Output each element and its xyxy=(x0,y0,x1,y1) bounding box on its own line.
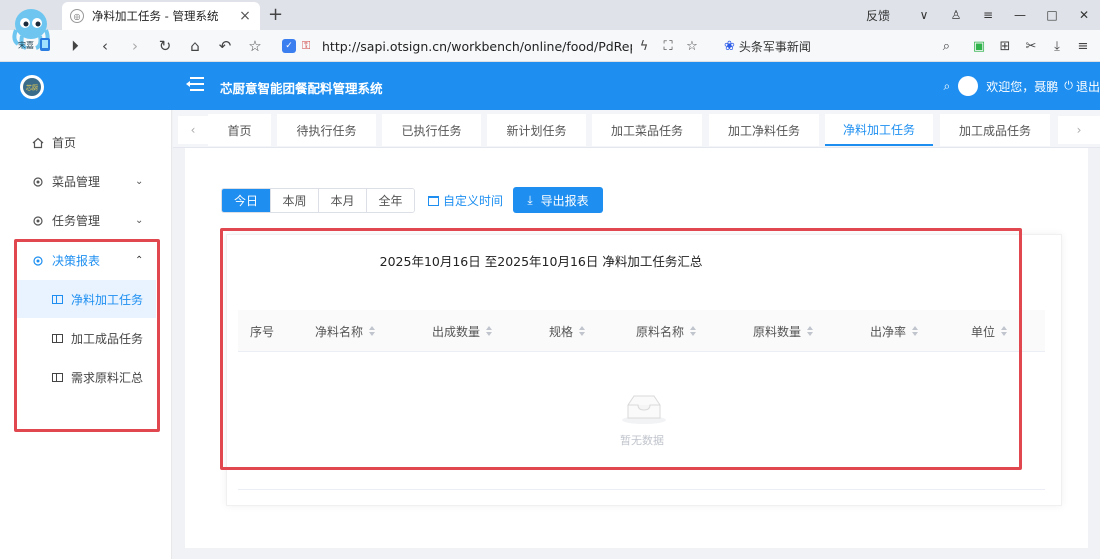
download-icon: ⤓ xyxy=(527,192,533,207)
back-icon[interactable]: ‹ xyxy=(90,37,120,55)
sidebar-item-label: 菜品管理 xyxy=(52,175,101,189)
tab-process-clean-tasks[interactable]: 加工净料任务 xyxy=(709,114,819,146)
apps-grid-icon[interactable]: ⊞ xyxy=(992,39,1018,54)
lightning-icon[interactable]: ϟ xyxy=(632,39,656,54)
tabs-scroll-left-icon[interactable]: ‹ xyxy=(178,116,208,144)
wechat-extension-icon[interactable]: ▣ xyxy=(966,39,992,54)
search-suggestion-text[interactable]: 头条军事新闻 xyxy=(739,38,943,55)
favorites-icon[interactable]: ☆ xyxy=(240,37,270,55)
header-user-area: ⌕ 欢迎您，聂鹏 ⏻ 退出 xyxy=(944,74,1100,98)
gear-icon xyxy=(33,176,43,187)
sidebar-item-home[interactable]: 首页 xyxy=(0,123,172,162)
browser-tab[interactable]: ◎ 净料加工任务 - 管理系统 × xyxy=(62,2,260,30)
chevron-down-icon: ⌄ xyxy=(135,215,144,226)
browser-logo-badge: 宋嘉 xyxy=(18,41,34,50)
tab-clean-processing-tasks[interactable]: 净料加工任务 xyxy=(825,114,933,146)
menu-collapse-icon[interactable] xyxy=(186,75,204,93)
range-month-button[interactable]: 本月 xyxy=(318,189,366,212)
range-year-button[interactable]: 全年 xyxy=(366,189,414,212)
browser-tabstrip: ◎ 净料加工任务 - 管理系统 × + 反馈 ∨ ♙ ≡ — □ ✕ xyxy=(0,0,1100,30)
shield-icon: ✓ xyxy=(282,39,296,53)
baidu-paw-icon: ❀ xyxy=(724,38,735,54)
maximize-icon[interactable]: □ xyxy=(1036,8,1068,22)
search-icon[interactable]: ⌕ xyxy=(943,39,950,54)
custom-time-label: 自定义时间 xyxy=(443,194,504,208)
tab-executed-tasks[interactable]: 已执行任务 xyxy=(382,114,481,146)
forward-icon[interactable]: › xyxy=(120,37,150,55)
new-tab-button[interactable]: + xyxy=(268,4,283,25)
address-bar: ⏵ ‹ › ↻ ⌂ ↶ ☆ ✓ ⚿ http://sapi.otsign.cn/… xyxy=(0,30,1100,62)
url-field[interactable]: ✓ ⚿ http://sapi.otsign.cn/workbench/onli… xyxy=(282,34,712,58)
extension-icons: ▣ ⊞ ✂ ⤓ ≡ xyxy=(966,30,1096,62)
welcome-text: 欢迎您，聂鹏 xyxy=(986,79,1059,94)
sidebar-toggle-icon[interactable]: ⏵ xyxy=(60,37,90,55)
window-controls: 反馈 ∨ ♙ ≡ — □ ✕ xyxy=(866,0,1100,30)
bookmark-star-icon[interactable]: ☆ xyxy=(680,39,704,54)
site-favicon-icon: ◎ xyxy=(70,9,84,23)
insecure-lock-icon[interactable]: ⚿ xyxy=(302,39,316,53)
home-icon xyxy=(32,137,44,148)
home-browser-icon[interactable]: ⌂ xyxy=(180,37,210,55)
app-logo: 芯厨 xyxy=(20,75,44,99)
undo-icon[interactable]: ↶ xyxy=(210,37,240,55)
refresh-icon[interactable]: ↻ xyxy=(150,37,180,55)
logout-icon[interactable]: ⏻ xyxy=(1064,79,1073,93)
export-label: 导出报表 xyxy=(540,193,589,208)
gear-icon xyxy=(33,215,43,226)
export-report-button[interactable]: ⤓ 导出报表 xyxy=(513,187,603,213)
avatar[interactable] xyxy=(958,76,979,96)
browser-search-box[interactable]: ❀ 头条军事新闻 ⌕ xyxy=(718,34,956,58)
url-text[interactable]: http://sapi.otsign.cn/workbench/online/f… xyxy=(322,39,632,54)
sidebar-item-task-management[interactable]: 任务管理 ⌄ xyxy=(0,201,172,240)
minimize-icon[interactable]: — xyxy=(1004,8,1036,22)
sidebar-item-label: 首页 xyxy=(52,136,77,150)
close-tab-icon[interactable]: × xyxy=(238,8,252,24)
tabs-scroll-right-icon[interactable]: › xyxy=(1058,116,1100,144)
tab-finished-processing-tasks[interactable]: 加工成品任务 xyxy=(940,114,1050,146)
range-today-button[interactable]: 今日 xyxy=(222,189,270,212)
tab-new-plan-tasks[interactable]: 新计划任务 xyxy=(487,114,586,146)
more-icon[interactable]: ≡ xyxy=(1070,39,1096,54)
tab-home[interactable]: 首页 xyxy=(208,114,271,146)
app-logo-text: 芯厨 xyxy=(23,78,41,96)
shirt-icon[interactable]: ♙ xyxy=(940,8,972,22)
screenshot-icon[interactable]: ⛶ xyxy=(656,39,680,54)
highlight-box-report xyxy=(220,228,1022,470)
app-header: 芯厨 芯厨意智能团餐配料管理系统 ⌕ 欢迎您，聂鹏 ⏻ 退出 xyxy=(0,62,1100,110)
logout-button[interactable]: 退出 xyxy=(1076,78,1100,95)
chevron-down-icon[interactable]: ∨ xyxy=(908,8,940,22)
card-divider xyxy=(238,489,1045,490)
tab-pending-tasks[interactable]: 待执行任务 xyxy=(277,114,376,146)
chevron-down-icon: ⌄ xyxy=(135,176,144,187)
header-search-icon[interactable]: ⌕ xyxy=(944,79,951,94)
scissors-icon[interactable]: ✂ xyxy=(1018,39,1044,54)
custom-time-button[interactable]: 自定义时间 xyxy=(428,188,503,213)
sidebar-item-label: 任务管理 xyxy=(52,214,101,228)
browser-tab-title: 净料加工任务 - 管理系统 xyxy=(92,9,219,23)
nav-buttons: ⏵ ‹ › ↻ ⌂ ↶ ☆ xyxy=(60,30,270,62)
feedback-button[interactable]: 反馈 xyxy=(866,7,890,24)
range-week-button[interactable]: 本周 xyxy=(270,189,318,212)
close-window-icon[interactable]: ✕ xyxy=(1068,8,1100,22)
calendar-icon xyxy=(428,195,439,206)
menu-icon[interactable]: ≡ xyxy=(972,8,1004,22)
download-icon[interactable]: ⤓ xyxy=(1044,39,1070,54)
sidebar-item-dish-management[interactable]: 菜品管理 ⌄ xyxy=(0,162,172,201)
date-range-group: 今日 本周 本月 全年 xyxy=(221,188,415,213)
tab-process-dish-tasks[interactable]: 加工菜品任务 xyxy=(592,114,702,146)
app-title: 芯厨意智能团餐配料管理系统 xyxy=(220,81,383,96)
